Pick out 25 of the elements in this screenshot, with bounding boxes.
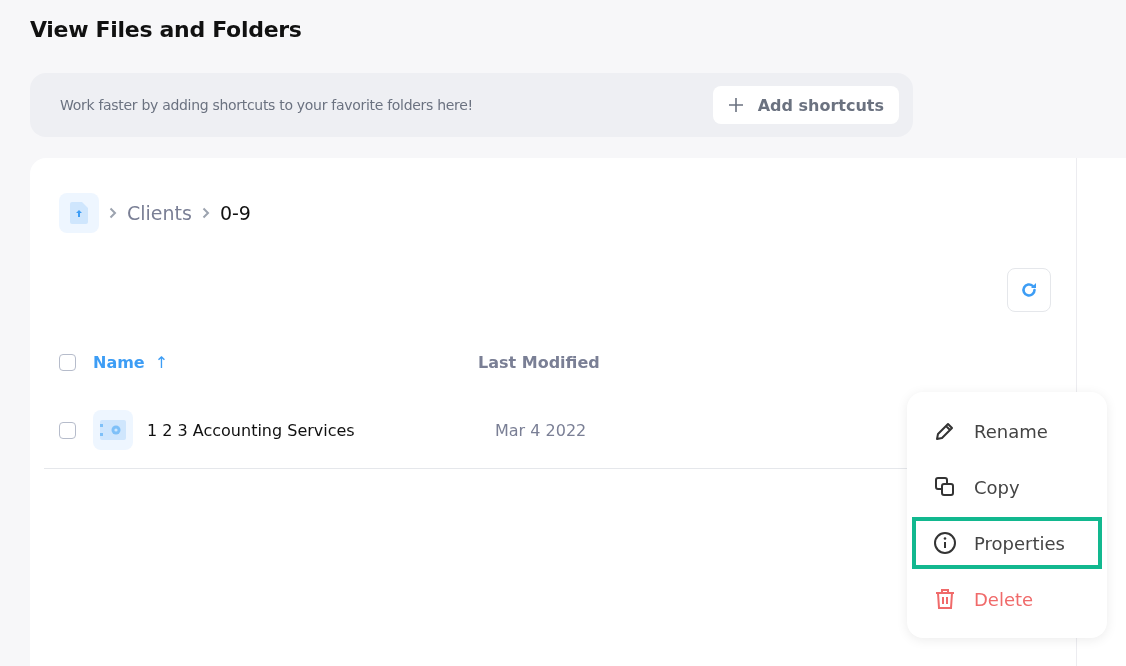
page-title: View Files and Folders <box>30 16 303 44</box>
chevron-icon <box>109 207 117 219</box>
folder-icon <box>93 410 133 450</box>
info-icon <box>933 531 957 555</box>
breadcrumb-item[interactable]: Clients <box>127 202 192 224</box>
file-icon <box>70 202 88 224</box>
shortcuts-message: Work faster by adding shortcuts to your favorite folders here! <box>60 97 473 113</box>
copy-icon <box>933 475 957 499</box>
add-shortcuts-button[interactable]: Add shortcuts <box>712 86 899 124</box>
checkbox[interactable] <box>59 421 76 439</box>
menu-item[interactable]: Rename <box>912 405 1102 457</box>
menu-item[interactable]: Properties <box>912 517 1102 569</box>
refresh-button[interactable] <box>1007 268 1051 312</box>
breadcrumb-item[interactable]: 0-9 <box>219 202 251 224</box>
column-header[interactable]: Last Modified <box>478 352 600 372</box>
sort-arrow-icon: ↑ <box>154 352 169 372</box>
chevron-icon <box>201 207 210 219</box>
checkbox[interactable] <box>59 353 76 371</box>
trash-icon <box>933 587 957 611</box>
home-button[interactable] <box>59 193 99 233</box>
refresh-icon <box>1019 280 1039 300</box>
file-name[interactable]: 1 2 3 Accounting Services <box>147 420 495 440</box>
menu-item[interactable]: Copy <box>912 461 1102 513</box>
table-cell: Mar 4 2022 <box>495 420 587 440</box>
plus-icon <box>727 97 744 113</box>
